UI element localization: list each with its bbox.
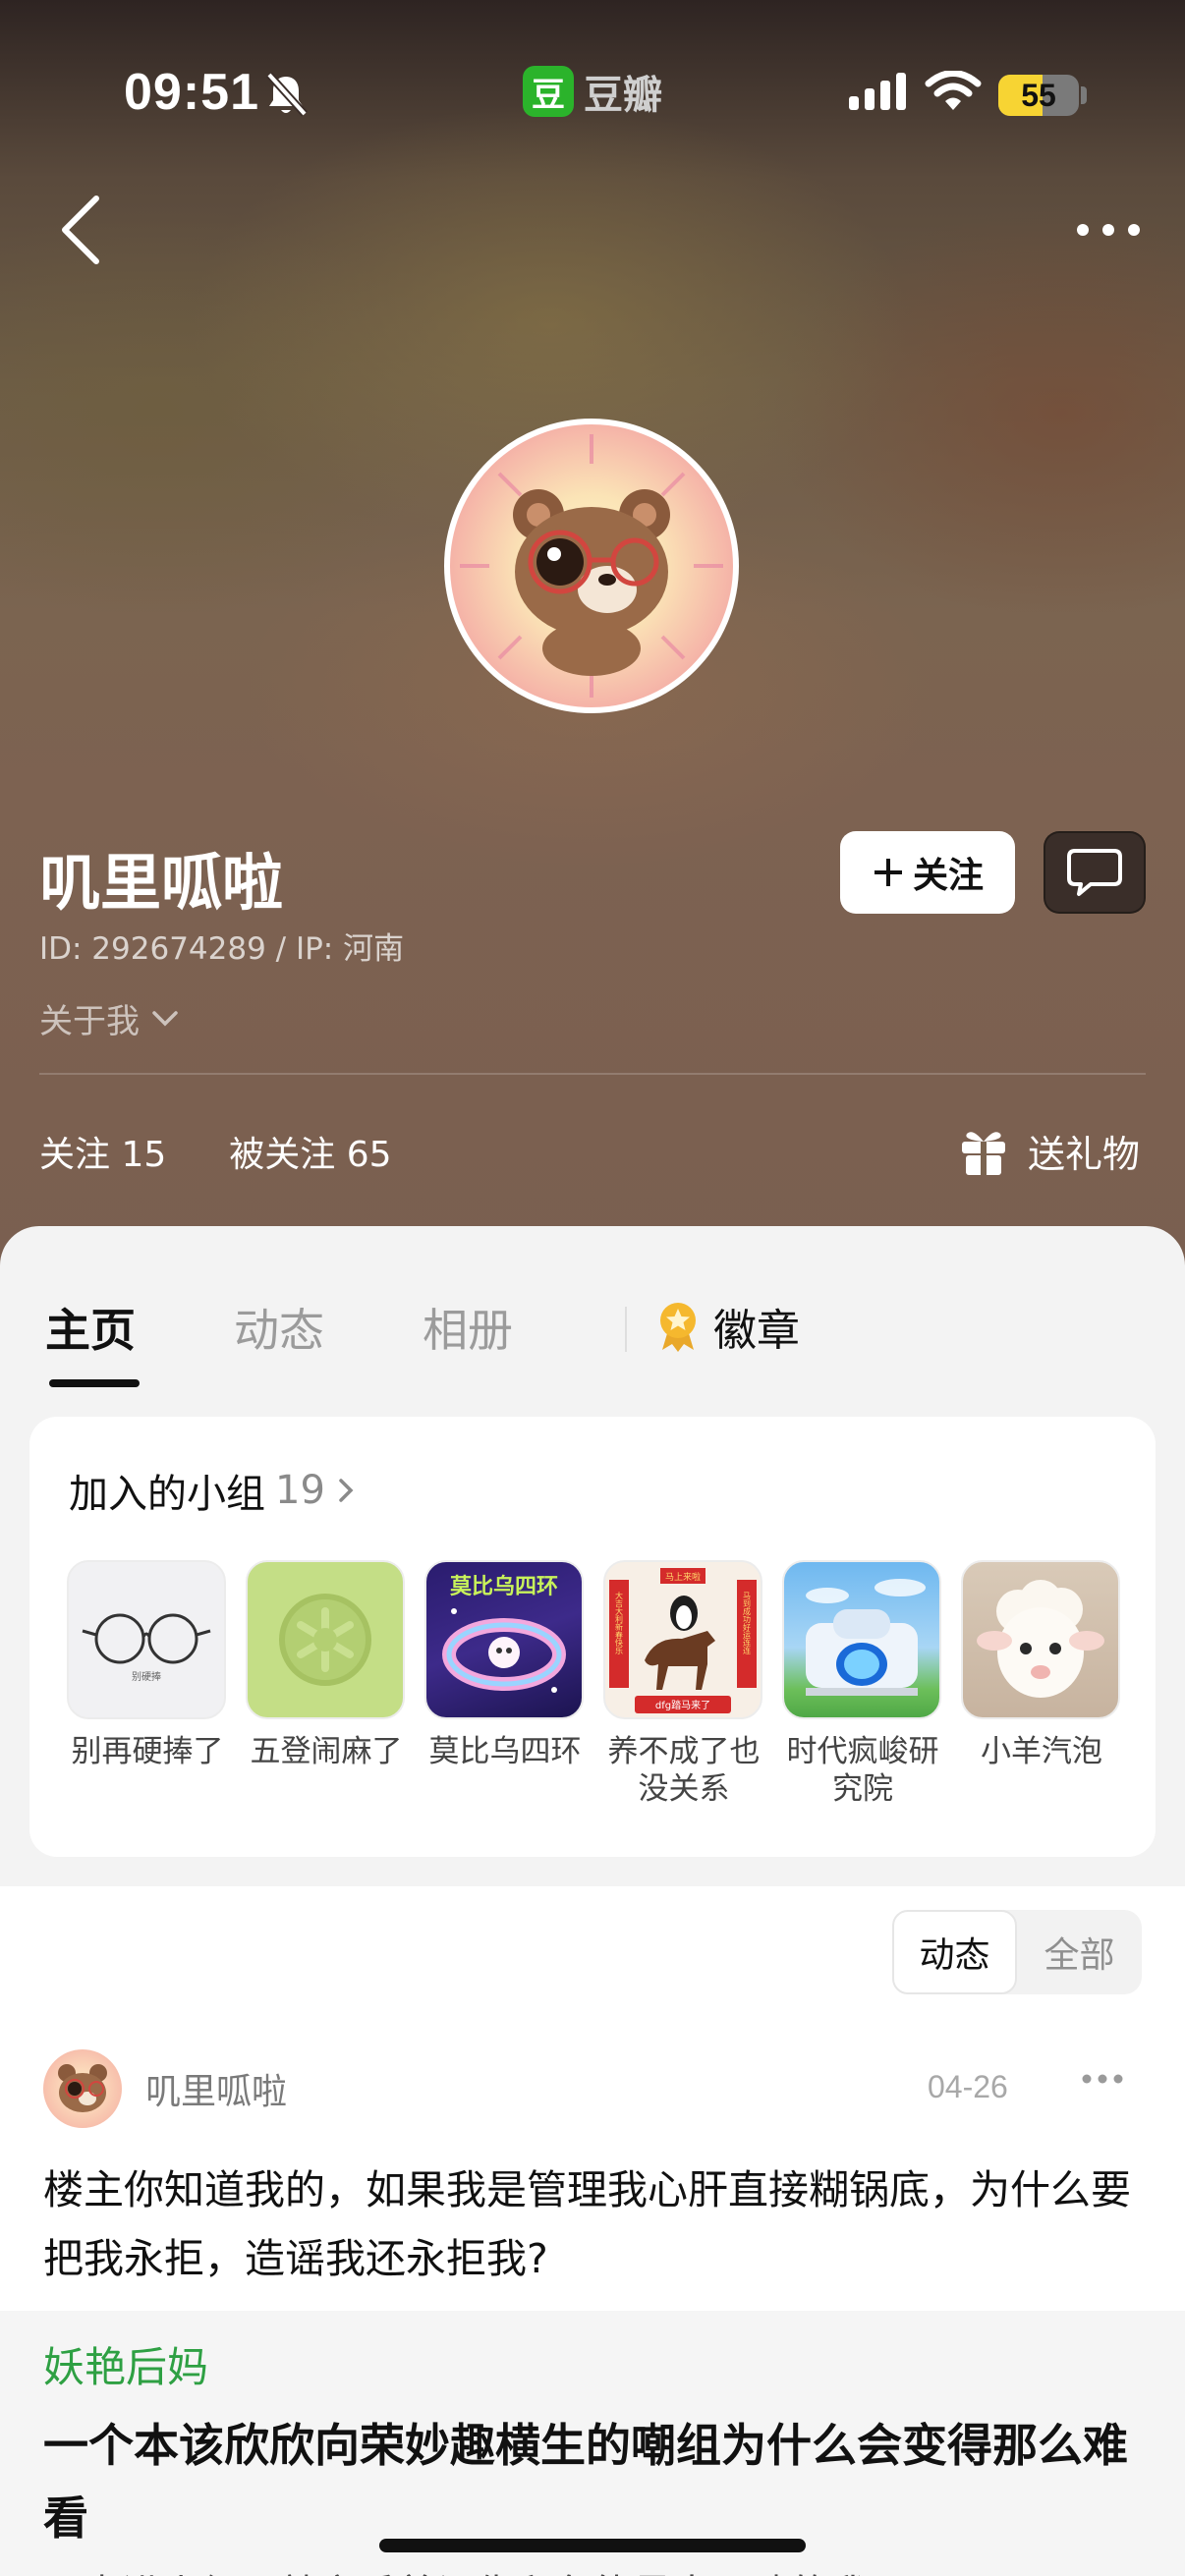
group-name: 莫比乌四环 [428, 1734, 582, 1769]
follow-stats: 关注 15 被关注 65 [39, 1126, 392, 1177]
glasses-thumb-text: 别硬捧 [132, 1670, 161, 1683]
following-count[interactable]: 关注 15 [39, 1126, 166, 1177]
signal-icon [849, 73, 906, 110]
battery-tip [1081, 86, 1087, 104]
glasses-icon: 别硬捧 [82, 1613, 211, 1683]
activity-feed: 动态 全部 叽里呱啦 04-26 楼主你知道我的，如果我是管理我心肝直接糊锅底，… [0, 1886, 1185, 2576]
joined-groups-card: 加入的小组 19 别硬捧 别再硬捧了 五登闹麻了 莫比乌四环 莫比乌四环 马上来… [29, 1417, 1156, 1857]
lamb-image [977, 1580, 1104, 1698]
bear-avatar-image [460, 434, 723, 698]
tab-album[interactable]: 相册 [423, 1295, 513, 1360]
home-indicator[interactable] [379, 2539, 806, 2552]
tab-activity[interactable]: 动态 [234, 1295, 324, 1360]
app-name: 豆瓣 [584, 73, 662, 118]
quoted-title: 一个本该欣欣向荣妙趣横生的嘲组为什么会变得那么难看 [43, 2419, 1128, 2545]
post-header: 叽里呱啦 [43, 2049, 287, 2128]
horse-poster-image: 马上来啦 大吉大利新春快乐 马到成功好运连连 dfg踏马来了 [609, 1568, 757, 1713]
more-button[interactable] [1071, 202, 1146, 257]
follow-button[interactable]: 关注 [840, 831, 1015, 914]
bear-avatar-small-image [58, 2064, 107, 2112]
status-time: 09:51 [124, 64, 259, 121]
send-gift-label: 送礼物 [1028, 1133, 1141, 1176]
filter-activity[interactable]: 动态 [892, 1910, 1017, 1994]
profile-tabs: 主页 动态 相册 徽章 [0, 1277, 1185, 1395]
badges-label: 徽章 [713, 1306, 800, 1356]
status-bar: 09:51 豆 豆瓣 55 [0, 0, 1185, 187]
about-me-label: 关于我 [39, 1002, 140, 1041]
horse-thumb-top: 马上来啦 [665, 1571, 701, 1583]
post-more-icon[interactable] [1079, 2071, 1126, 2087]
about-me-toggle[interactable]: 关于我 [39, 994, 179, 1042]
douban-logo: 豆 [523, 66, 574, 117]
chat-bubble-icon [1067, 849, 1122, 896]
post-avatar[interactable] [43, 2049, 122, 2128]
group-item[interactable]: 马上来啦 大吉大利新春快乐 马到成功好运连连 dfg踏马来了 养不成了也没关系 [603, 1560, 764, 1808]
tab-badges[interactable]: 徽章 [656, 1295, 800, 1358]
group-thumbnail [961, 1560, 1120, 1719]
header-divider [39, 1073, 1146, 1075]
building-image [806, 1579, 926, 1696]
group-name: 别再硬捧了 [71, 1734, 224, 1769]
quoted-excerpt: 一点进小组下就充斥着记仇和负能量大眼睛的我 [43, 2562, 869, 2576]
mobius-ring-image: 莫比乌四环 [442, 1574, 566, 1693]
profile-name: 叽里呱啦 [39, 847, 284, 919]
chevron-down-icon [152, 1010, 178, 1026]
quoted-post[interactable]: 妖艳后妈 一个本该欣欣向荣妙趣横生的嘲组为什么会变得那么难看 一点进小组下就充斥… [0, 2311, 1185, 2576]
group-item[interactable]: 五登闹麻了 [246, 1560, 407, 1770]
horse-thumb-bottom: dfg踏马来了 [655, 1699, 710, 1711]
joined-groups-header[interactable]: 加入的小组 19 [69, 1462, 357, 1519]
app-badge[interactable]: 豆 豆瓣 [523, 63, 662, 120]
battery-icon: 55 [998, 75, 1079, 116]
feed-filter-toggle: 动态 全部 [892, 1910, 1142, 1994]
send-gift-button[interactable]: 送礼物 [959, 1124, 1140, 1178]
group-thumbnail: 马上来啦 大吉大利新春快乐 马到成功好运连连 dfg踏马来了 [603, 1560, 762, 1719]
battery-percent: 55 [1021, 77, 1056, 113]
message-button[interactable] [1044, 831, 1146, 914]
bell-muted-icon [266, 72, 308, 117]
group-item[interactable]: 时代疯峻研究院 [782, 1560, 943, 1808]
group-item[interactable]: 莫比乌四环 莫比乌四环 [424, 1560, 586, 1770]
mobius-thumb-title: 莫比乌四环 [450, 1574, 558, 1599]
medal-icon [660, 1303, 696, 1352]
followers-count[interactable]: 被关注 65 [229, 1126, 391, 1177]
horse-thumb-right: 马到成功好运连连 [743, 1592, 752, 1655]
group-thumbnail: 别硬捧 [67, 1560, 226, 1719]
group-thumbnail: 莫比乌四环 [424, 1560, 584, 1719]
profile-avatar[interactable] [444, 419, 739, 713]
quoted-author[interactable]: 妖艳后妈 [43, 2334, 208, 2394]
active-tab-indicator [49, 1379, 140, 1387]
joined-groups-count: 19 [275, 1468, 325, 1513]
post-body[interactable]: 楼主你知道我的，如果我是管理我心肝直接糊锅底，为什么要把我永拒，造谣我还永拒我? [43, 2156, 1144, 2293]
tab-separator [625, 1307, 627, 1352]
group-name: 养不成了也没关系 [607, 1734, 761, 1807]
group-logo-icon [279, 1594, 371, 1686]
filter-all[interactable]: 全部 [1017, 1910, 1142, 1994]
gift-icon [962, 1131, 1005, 1175]
group-thumbnail [782, 1560, 941, 1719]
group-name: 小羊汽泡 [981, 1734, 1102, 1769]
chevron-right-icon [339, 1479, 354, 1502]
profile-id-ip: ID: 292674289 / IP: 河南 [39, 931, 405, 967]
group-name: 五登闹麻了 [250, 1734, 403, 1769]
post-date: 04-26 [928, 2069, 1008, 2104]
group-item[interactable]: 别硬捧 别再硬捧了 [67, 1560, 228, 1770]
back-button[interactable] [55, 193, 114, 267]
plus-icon [874, 859, 902, 886]
group-thumbnail [246, 1560, 405, 1719]
horse-thumb-left: 大吉大利新春快乐 [615, 1591, 624, 1654]
joined-groups-title: 加入的小组 [69, 1472, 265, 1517]
group-name: 时代疯峻研究院 [786, 1734, 939, 1807]
tab-home[interactable]: 主页 [45, 1295, 136, 1360]
post-username[interactable]: 叽里呱啦 [145, 2063, 287, 2114]
follow-label: 关注 [912, 856, 984, 896]
group-item[interactable]: 小羊汽泡 [961, 1560, 1122, 1770]
wifi-icon [925, 71, 982, 110]
